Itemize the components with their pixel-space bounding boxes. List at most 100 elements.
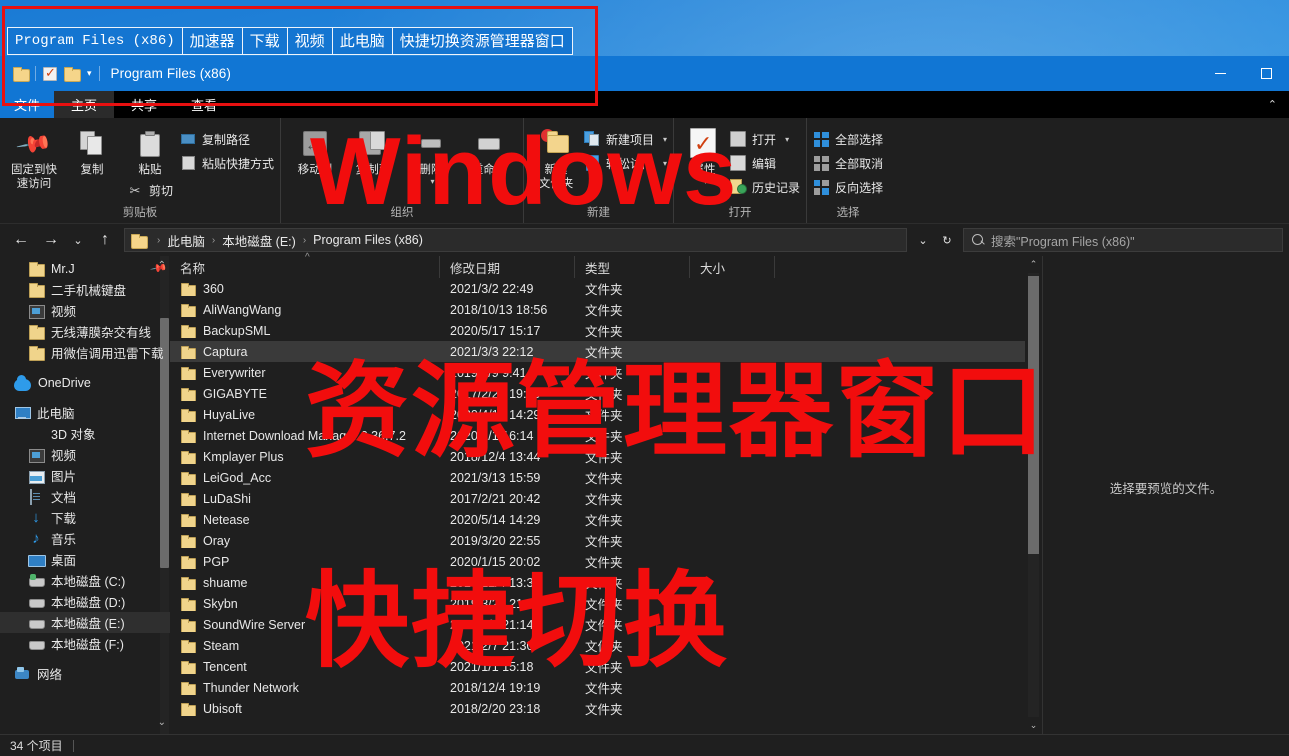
- table-row[interactable]: Captura 2021/3/3 22:12 文件夹: [170, 341, 1025, 362]
- table-row[interactable]: GIGABYTE 2017/2/21 19:50 文件夹: [170, 383, 1025, 404]
- quick-access-toolbar[interactable]: ▾: [0, 65, 100, 82]
- scroll-up-icon[interactable]: ⌃: [1025, 256, 1042, 273]
- file-rows[interactable]: 360 2021/3/2 22:49 文件夹 AliWangWang 2018/10/1…: [170, 278, 1025, 734]
- chevron-down-icon[interactable]: ▾: [785, 135, 789, 144]
- table-row[interactable]: LeiGod_Acc 2021/3/13 15:59 文件夹: [170, 467, 1025, 488]
- breadcrumb-item-1[interactable]: 本地磁盘 (E:): [222, 231, 296, 250]
- paste-shortcut-button[interactable]: 粘贴快捷方式: [180, 153, 274, 173]
- table-row[interactable]: Netease 2020/5/14 14:29 文件夹: [170, 509, 1025, 530]
- select-none-button[interactable]: 全部取消: [813, 153, 883, 173]
- explorer-tab-switcher[interactable]: Program Files (x86) 加速器 下载 视频 此电脑 快捷切换资源管理器窗口: [7, 27, 573, 55]
- chevron-down-icon[interactable]: ▾: [87, 68, 92, 79]
- ribbon-collapse-icon[interactable]: ⌃: [1268, 98, 1277, 111]
- sidebar-item-17[interactable]: 本地磁盘 (D:): [0, 591, 170, 612]
- ribbon-tab-3[interactable]: 查看: [174, 91, 234, 118]
- sidebar-item-21[interactable]: 网络: [0, 663, 170, 684]
- table-row[interactable]: Everywriter 2019/4/9 9:41 文件夹: [170, 362, 1025, 383]
- table-row[interactable]: Steam 2021/2/7 21:30 文件夹: [170, 635, 1025, 656]
- pin-icon[interactable]: 📌: [150, 259, 169, 278]
- table-row[interactable]: Ubisoft 2018/2/20 23:18 文件夹: [170, 698, 1025, 719]
- sidebar-item-3[interactable]: 无线薄膜杂交有线: [0, 321, 170, 342]
- column-header-1[interactable]: 修改日期: [440, 256, 575, 278]
- table-row[interactable]: PGP 2020/1/15 20:02 文件夹: [170, 551, 1025, 572]
- sidebar-item-9[interactable]: 3D 对象: [0, 423, 170, 444]
- sidebar-item-13[interactable]: ↓ 下载: [0, 507, 170, 528]
- sidebar-item-8[interactable]: 此电脑: [0, 402, 170, 423]
- chevron-down-icon[interactable]: ▾: [431, 177, 435, 187]
- table-row[interactable]: Skybn 2019/3/29 21:07 文件夹: [170, 593, 1025, 614]
- rename-button[interactable]: 重命名: [461, 122, 517, 177]
- edit-button[interactable]: 编辑: [730, 153, 800, 173]
- sidebar-item-16[interactable]: 本地磁盘 (C:): [0, 570, 170, 591]
- properties-button[interactable]: ✓ 属性 ▾: [680, 122, 728, 187]
- ribbon-tab-2[interactable]: 共享: [114, 91, 174, 118]
- table-row[interactable]: Internet Download Manager 6.36.7.2 2020/1…: [170, 425, 1025, 446]
- nav-scroll-down-icon[interactable]: ⌄: [158, 717, 166, 728]
- breadcrumb-item-0[interactable]: 此电脑: [167, 231, 205, 250]
- column-header-3[interactable]: 大小: [690, 256, 775, 278]
- select-all-button[interactable]: 全部选择: [813, 129, 883, 149]
- sidebar-item-14[interactable]: ♪ 音乐: [0, 528, 170, 549]
- pin-to-quick-access-button[interactable]: 📌 固定到快 速访问: [6, 122, 62, 192]
- new-item-button[interactable]: 新建项目 ▾: [584, 129, 667, 149]
- copy-button[interactable]: 复制: [64, 122, 120, 177]
- column-header-row[interactable]: 名称 ^ 修改日期 类型 大小: [170, 252, 1025, 278]
- address-history-button[interactable]: ⌄: [911, 226, 935, 254]
- move-to-button[interactable]: ← 移动到: [287, 122, 343, 177]
- table-row[interactable]: LuDaShi 2017/2/21 20:42 文件夹: [170, 488, 1025, 509]
- ribbon-tab-0[interactable]: 文件: [0, 91, 55, 118]
- up-button[interactable]: ↑: [90, 226, 120, 254]
- table-row[interactable]: SoundWire Server 2020/1/3 21:14 文件夹: [170, 614, 1025, 635]
- paste-button[interactable]: 粘贴 ✂ 剪切: [122, 122, 178, 201]
- chevron-down-icon[interactable]: ▾: [663, 135, 667, 144]
- chevron-down-icon[interactable]: ▾: [704, 177, 708, 187]
- explorer-tab-0[interactable]: Program Files (x86): [7, 27, 183, 55]
- sidebar-item-1[interactable]: 二手机械键盘: [0, 279, 170, 300]
- sidebar-item-18[interactable]: 本地磁盘 (E:): [0, 612, 170, 633]
- sidebar-item-4[interactable]: 用微信调用迅雷下载: [0, 342, 170, 363]
- new-folder-button[interactable]: 新建 文件夹: [530, 122, 582, 192]
- explorer-tab-4[interactable]: 此电脑: [331, 27, 393, 55]
- new-folder-icon[interactable]: [64, 67, 81, 82]
- sidebar-item-0[interactable]: Mr.J 📌: [0, 258, 170, 279]
- table-row[interactable]: BackupSML 2020/5/17 15:17 文件夹: [170, 320, 1025, 341]
- copy-path-button[interactable]: 复制路径: [180, 129, 274, 149]
- file-list-scrollbar[interactable]: ⌃ ⌄: [1025, 256, 1042, 734]
- table-row[interactable]: shuame 2018/12/4 13:33 文件夹: [170, 572, 1025, 593]
- folder-icon[interactable]: [13, 67, 30, 82]
- table-row[interactable]: 360 2021/3/2 22:49 文件夹: [170, 278, 1025, 299]
- search-box[interactable]: 搜索"Program Files (x86)": [963, 228, 1283, 252]
- chevron-down-icon[interactable]: ▾: [663, 159, 667, 168]
- maximize-button[interactable]: [1243, 56, 1289, 91]
- invert-selection-button[interactable]: 反向选择: [813, 177, 883, 197]
- explorer-tab-5[interactable]: 快捷切换资源管理器窗口: [391, 27, 573, 55]
- delete-button[interactable]: 删除 ▾: [403, 122, 459, 187]
- sidebar-item-10[interactable]: 视频: [0, 444, 170, 465]
- explorer-tab-2[interactable]: 下载: [241, 27, 288, 55]
- sidebar-item-2[interactable]: 视频: [0, 300, 170, 321]
- address-bar[interactable]: › 此电脑 › 本地磁盘 (E:) › Program Files (x86): [124, 228, 907, 252]
- table-row[interactable]: Oray 2019/3/20 22:55 文件夹: [170, 530, 1025, 551]
- table-row[interactable]: Thunder Network 2018/12/4 19:19 文件夹: [170, 677, 1025, 698]
- minimize-button[interactable]: [1197, 56, 1243, 91]
- refresh-button[interactable]: ↻: [935, 226, 959, 254]
- ribbon-tab-bar[interactable]: 文件 主页 共享 查看 ⌃: [0, 91, 1289, 118]
- sidebar-item-15[interactable]: 桌面: [0, 549, 170, 570]
- window-controls[interactable]: [1197, 56, 1289, 91]
- sidebar-item-6[interactable]: OneDrive: [0, 372, 170, 393]
- table-row[interactable]: Kmplayer Plus 2018/12/4 13:44 文件夹: [170, 446, 1025, 467]
- ribbon-tab-1[interactable]: 主页: [54, 91, 115, 118]
- scroll-down-icon[interactable]: ⌄: [1025, 717, 1042, 734]
- copy-to-button[interactable]: 复制到: [345, 122, 401, 177]
- table-row[interactable]: HuyaLive 2020/4/14 14:29 文件夹: [170, 404, 1025, 425]
- open-button[interactable]: 打开 ▾: [730, 129, 800, 149]
- cut-button[interactable]: ✂ 剪切: [127, 181, 173, 201]
- back-button[interactable]: ←: [6, 226, 36, 254]
- explorer-tab-1[interactable]: 加速器: [181, 27, 243, 55]
- recent-locations-button[interactable]: ⌄: [66, 226, 90, 254]
- sidebar-item-12[interactable]: 文档: [0, 486, 170, 507]
- properties-icon[interactable]: [43, 65, 57, 81]
- table-row[interactable]: AliWangWang 2018/10/13 18:56 文件夹: [170, 299, 1025, 320]
- explorer-tab-3[interactable]: 视频: [286, 27, 333, 55]
- history-button[interactable]: 历史记录: [730, 177, 800, 197]
